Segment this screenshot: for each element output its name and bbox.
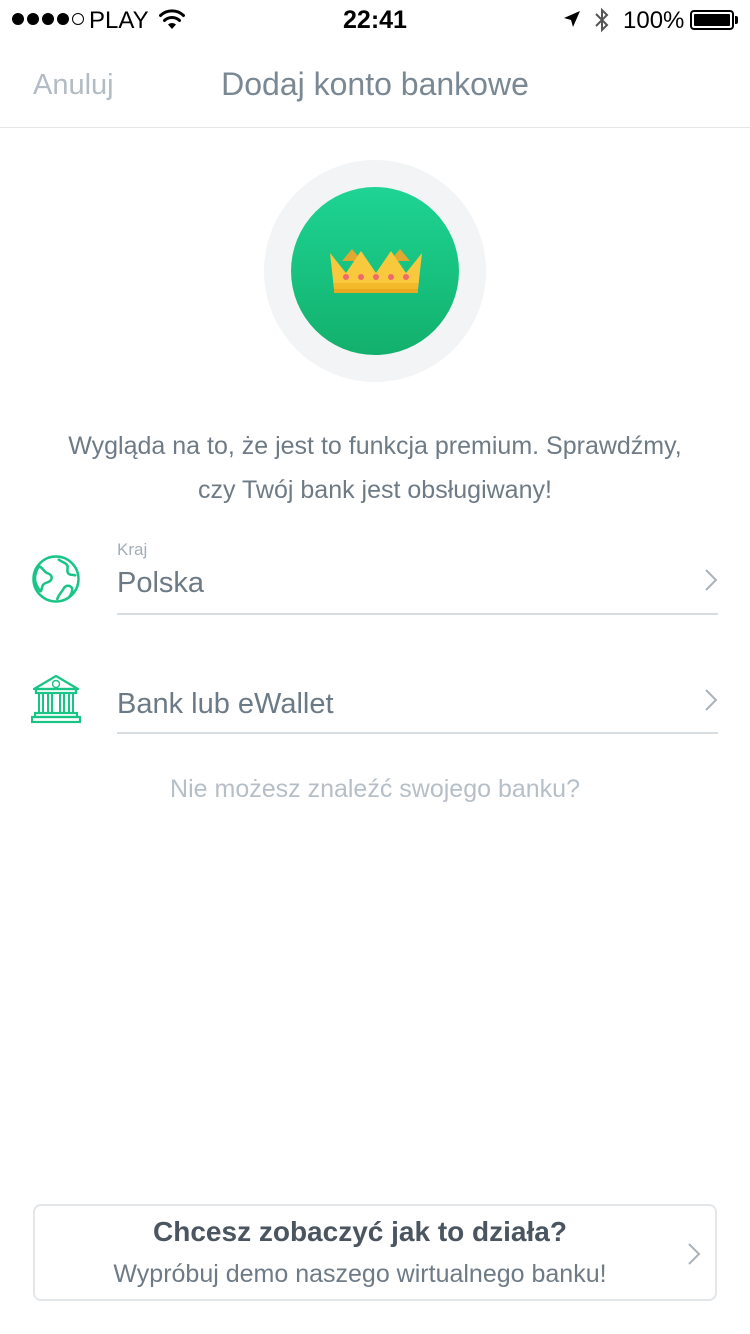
premium-notice-line-2: czy Twój bank jest obsługiwany!	[198, 476, 552, 504]
bank-field[interactable]: Bank lub eWallet	[117, 660, 718, 734]
demo-bank-card[interactable]: Chcesz zobaczyć jak to działa? Wypróbuj …	[33, 1204, 717, 1301]
page-title: Dodaj konto bankowe	[221, 66, 529, 102]
country-label: Kraj	[117, 540, 148, 559]
battery-tip	[735, 16, 738, 24]
crown-icon	[328, 245, 424, 306]
premium-emblem-circle	[291, 187, 459, 355]
bank-selector[interactable]: Bank lub eWallet	[0, 660, 750, 735]
chevron-right-icon	[704, 688, 718, 717]
chevron-right-icon	[687, 1242, 701, 1271]
cant-find-bank-link[interactable]: Nie możesz znaleźć swojego banku?	[0, 775, 750, 804]
country-selector[interactable]: Kraj Polska	[0, 538, 750, 615]
chevron-right-icon	[704, 568, 718, 597]
status-bar: PLAY 22:41 100%	[0, 0, 750, 40]
bank-icon	[30, 674, 82, 729]
country-value: Polska	[117, 567, 205, 599]
bluetooth-icon	[594, 7, 610, 38]
premium-emblem	[264, 160, 486, 382]
battery-icon	[690, 10, 734, 30]
premium-notice-line-1: Wygląda na to, że jest to funkcja premiu…	[68, 432, 682, 460]
demo-subtitle: Wypróbuj demo naszego wirtualnego banku!	[113, 1260, 607, 1288]
battery-percentage: 100%	[623, 7, 685, 34]
demo-title: Chcesz zobaczyć jak to działa?	[153, 1216, 567, 1247]
navigation-bar: Anuluj Dodaj konto bankowe	[0, 40, 750, 128]
bank-placeholder: Bank lub eWallet	[117, 688, 334, 720]
location-arrow-icon	[562, 9, 582, 34]
country-field[interactable]: Kraj Polska	[117, 538, 718, 615]
globe-icon	[31, 554, 81, 609]
premium-notice: Wygląda na to, że jest to funkcja premiu…	[20, 424, 730, 512]
